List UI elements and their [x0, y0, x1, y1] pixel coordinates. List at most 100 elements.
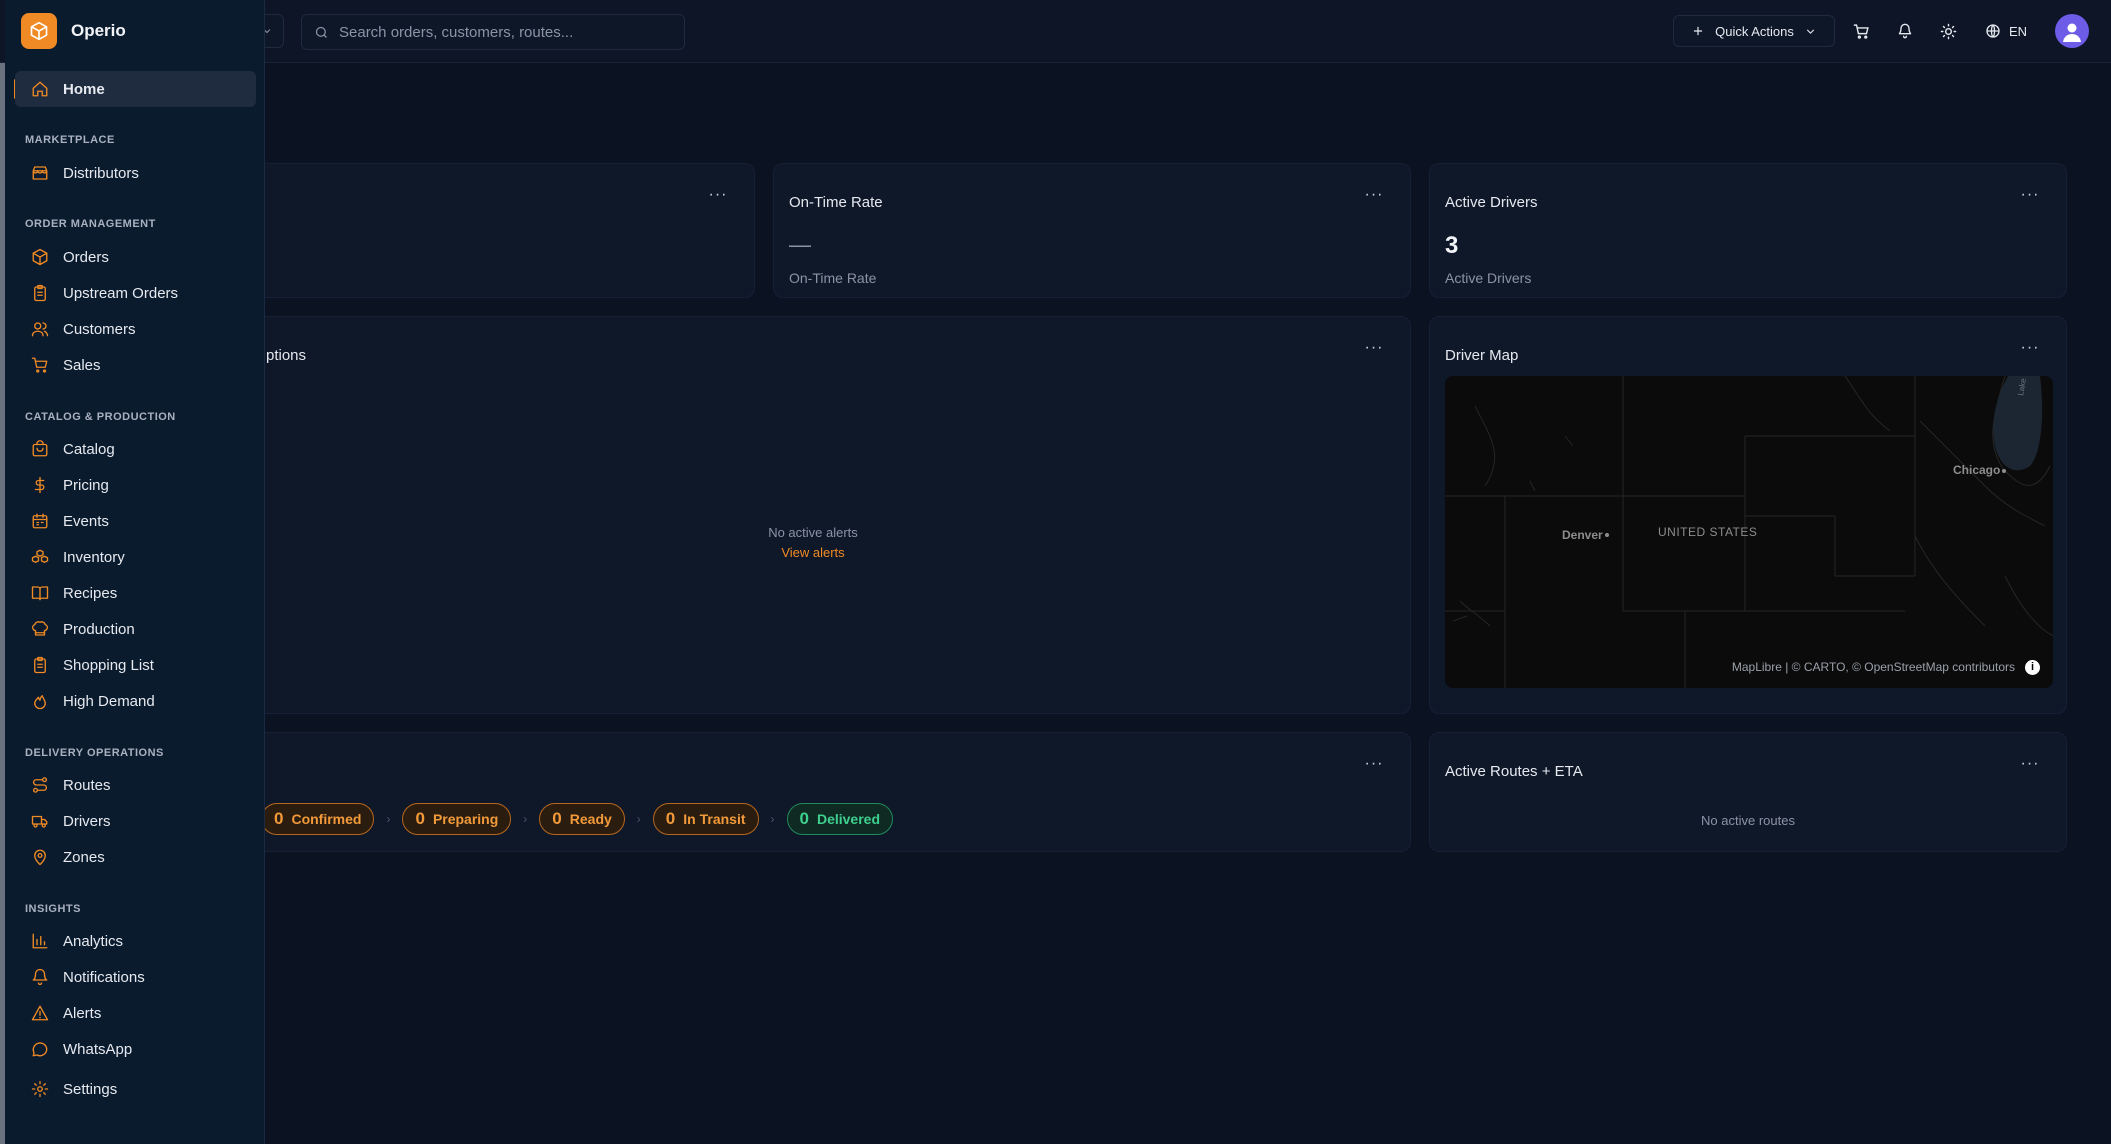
theme-toggle[interactable] [1935, 18, 1961, 44]
sidebar-item-label: Routes [63, 776, 111, 794]
stage-preparing[interactable]: 0 Preparing [402, 803, 512, 835]
card-title: Active Routes + ETA [1445, 763, 1583, 780]
plus-icon [1694, 26, 1703, 36]
pipeline-stages: 0 Confirmed › 0 Preparing › 0 Ready › 0 … [261, 803, 894, 835]
sidebar-item-label: Catalog [63, 440, 115, 458]
stage-count: 0 [415, 809, 425, 828]
card-menu-button[interactable]: ··· [1364, 340, 1384, 361]
card-menu-button[interactable]: ··· [2020, 756, 2040, 777]
notifications-button[interactable] [1892, 18, 1918, 44]
stage-delivered[interactable]: 0 Delivered [786, 803, 894, 835]
calendar-icon [30, 511, 50, 531]
sidebar-item-home[interactable]: Home [15, 71, 256, 107]
card-menu-button[interactable]: ··· [2020, 340, 2040, 361]
sidebar-item-label: Analytics [63, 932, 124, 950]
bar-chart-icon [30, 931, 50, 951]
empty-state-text: No active routes [1701, 813, 1795, 828]
stage-count: 0 [799, 809, 809, 828]
search-input[interactable] [339, 23, 659, 41]
route-icon [30, 775, 50, 795]
sidebar-item-label: Pricing [63, 476, 109, 494]
sidebar-item-analytics[interactable]: Analytics [15, 923, 256, 959]
brand[interactable]: Operio [21, 13, 126, 49]
map-pin-icon [30, 847, 50, 867]
cart-button[interactable] [1848, 18, 1874, 44]
driver-map-card: Driver Map ··· Lake Mi Denver Chicago UN… [1429, 316, 2067, 714]
user-icon [2063, 23, 2081, 42]
sun-icon [1940, 23, 1956, 39]
card-menu-button[interactable]: ··· [2020, 187, 2040, 208]
stage-in-transit[interactable]: 0 In Transit [652, 803, 759, 835]
sidebar-item-alerts[interactable]: Alerts [15, 995, 256, 1031]
cart-icon [1853, 23, 1869, 39]
map-label-chicago: Chicago [1953, 463, 2001, 477]
stage-ready[interactable]: 0 Ready [539, 803, 625, 835]
flame-icon [30, 691, 50, 711]
sidebar-item-label: Home [63, 80, 105, 98]
sidebar-item-catalog[interactable]: Catalog [15, 431, 256, 467]
sidebar-item-events[interactable]: Events [15, 503, 256, 539]
avatar[interactable] [2055, 14, 2089, 48]
alert-triangle-icon [30, 1003, 50, 1023]
empty-state-text: No active alerts [768, 525, 858, 540]
kpi-subtitle: Active Drivers [1445, 270, 1532, 286]
view-alerts-link[interactable]: View alerts [216, 545, 1410, 560]
sidebar-item-upstream-orders[interactable]: Upstream Orders [15, 275, 256, 311]
card-title: Driver Map [1445, 347, 1519, 364]
map-attribution: MapLibre | © CARTO, © OpenStreetMap cont… [1731, 660, 2015, 674]
logo-icon [21, 13, 57, 49]
sidebar-item-label: Inventory [63, 548, 125, 566]
card-menu-button[interactable]: ··· [1364, 756, 1384, 777]
chevron-down-icon [1806, 28, 1815, 34]
sidebar-item-label: WhatsApp [63, 1040, 133, 1058]
kpi-subtitle: On-Time Rate [789, 270, 877, 286]
users-icon [30, 319, 50, 339]
sidebar-item-zones[interactable]: Zones [15, 839, 256, 875]
sidebar-item-orders[interactable]: Orders [15, 239, 256, 275]
chevron-right-icon: › [770, 812, 775, 826]
language-selector[interactable]: EN [1985, 18, 2027, 44]
sidebar-item-label: Settings [63, 1080, 118, 1098]
sidebar-item-label: Distributors [63, 164, 139, 182]
sidebar-item-settings[interactable]: Settings [15, 1071, 256, 1107]
chevron-right-icon: › [386, 812, 391, 826]
quick-actions-button[interactable]: Quick Actions [1673, 15, 1835, 47]
quick-actions-label: Quick Actions [1715, 23, 1794, 39]
stage-confirmed[interactable]: 0 Confirmed [261, 803, 375, 835]
chevron-right-icon: › [636, 812, 641, 826]
sidebar-item-shopping-list[interactable]: Shopping List [15, 647, 256, 683]
sidebar-item-inventory[interactable]: Inventory [15, 539, 256, 575]
active-drivers-card: Active Drivers ··· 3 Active Drivers [1429, 163, 2067, 298]
info-icon[interactable]: i [2025, 660, 2040, 675]
sidebar-item-recipes[interactable]: Recipes [15, 575, 256, 611]
sidebar-item-routes[interactable]: Routes [15, 767, 256, 803]
bag-icon [30, 439, 50, 459]
sidebar-item-customers[interactable]: Customers [15, 311, 256, 347]
sidebar-item-label: Zones [63, 848, 105, 866]
stage-label: Delivered [816, 811, 881, 827]
card-menu-button[interactable]: ··· [1364, 187, 1384, 208]
kpi-card-hidden: ··· [215, 163, 755, 298]
sidebar-item-whatsapp[interactable]: WhatsApp [15, 1031, 256, 1067]
sidebar-item-high-demand[interactable]: High Demand [15, 683, 256, 719]
sidebar-item-distributors[interactable]: Distributors [15, 155, 256, 191]
sidebar-item-sales[interactable]: Sales [15, 347, 256, 383]
search-box[interactable] [301, 14, 685, 50]
stage-label: In Transit [683, 811, 746, 827]
sidebar-item-notifications[interactable]: Notifications [15, 959, 256, 995]
sidebar-item-pricing[interactable]: Pricing [15, 467, 256, 503]
map-label-denver: Denver [1562, 528, 1603, 542]
search-icon [315, 26, 327, 38]
card-menu-button[interactable]: ··· [708, 187, 728, 208]
sidebar-item-drivers[interactable]: Drivers [15, 803, 256, 839]
section-catalog-production: CATALOG & PRODUCTION [25, 411, 176, 423]
stage-count: 0 [665, 809, 676, 828]
boxes-icon [30, 547, 50, 567]
store-icon [30, 163, 50, 183]
sidebar: Operio Home MARKETPLACE Distributors ORD… [5, 0, 265, 1144]
driver-map[interactable]: Lake Mi Denver Chicago UNITED STATES Map… [1445, 376, 2053, 688]
stage-label: Preparing [432, 811, 499, 827]
order-pipeline-card: ··· 0 Confirmed › 0 Preparing › 0 Ready … [215, 732, 1411, 852]
active-routes-card: Active Routes + ETA ··· No active routes [1429, 732, 2067, 852]
sidebar-item-production[interactable]: Production [15, 611, 256, 647]
